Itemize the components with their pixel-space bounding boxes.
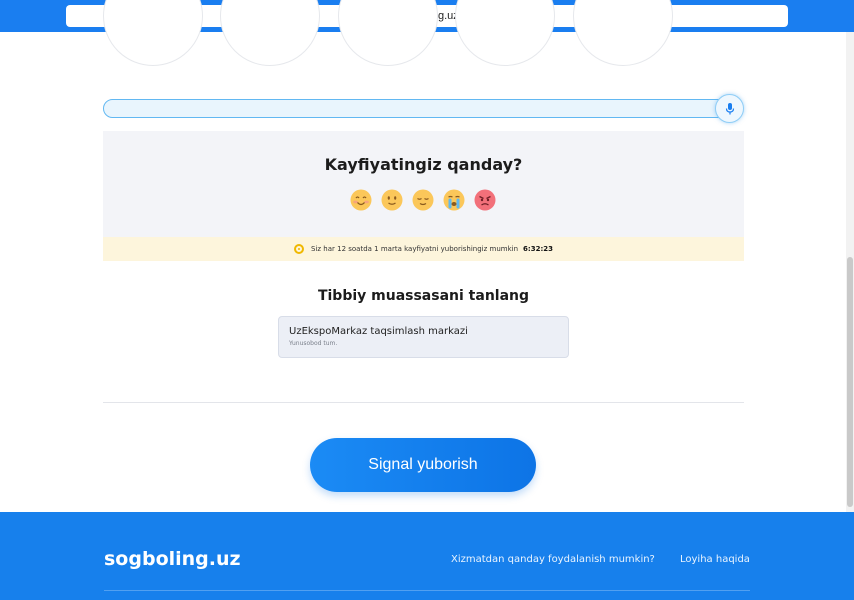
institution-district: Yunusobod tum.: [289, 340, 338, 347]
smiling-face-icon[interactable]: [350, 189, 372, 211]
scrollbar[interactable]: [846, 32, 854, 512]
footer-link-about[interactable]: Loyiha haqida: [680, 554, 750, 565]
angry-face-icon[interactable]: [474, 189, 496, 211]
notice-text: Siz har 12 soatda 1 marta kayfiyatni yub…: [311, 245, 519, 253]
footer-divider: [104, 590, 750, 591]
institution-name: UzEkspoMarkaz taqsimlash markazi: [289, 326, 468, 337]
mood-cooldown-notice: Siz har 12 soatda 1 marta kayfiyatni yub…: [103, 237, 744, 261]
institution-title: Tibbiy muassasani tanlang: [317, 288, 530, 304]
category-circle[interactable]: [338, 0, 438, 66]
category-circle[interactable]: [220, 0, 320, 66]
category-circle[interactable]: [103, 0, 203, 66]
search-input[interactable]: [103, 99, 743, 118]
clock-icon: [294, 244, 304, 254]
send-signal-button[interactable]: Signal yuboris​h: [310, 438, 536, 492]
divider: [103, 402, 744, 403]
mood-title: Kayfiyatingiz qanday?: [324, 155, 523, 174]
category-circle[interactable]: [455, 0, 555, 66]
category-circle[interactable]: [573, 0, 673, 66]
scrollbar-thumb[interactable]: [847, 257, 853, 507]
mood-panel: Kayfiyatingiz qanday? Siz har 12 soatda …: [103, 131, 744, 261]
slightly-smiling-face-icon[interactable]: [381, 189, 403, 211]
institution-select[interactable]: UzEkspoMarkaz taqsimlash markazi Yunusob…: [278, 316, 569, 358]
countdown-timer: 6:32:23: [523, 245, 553, 253]
footer-link-how-to-use[interactable]: Xizmatdan qanday foydalanish mumkin?: [451, 554, 655, 565]
emoji-row: [350, 189, 496, 211]
footer: sogboling.uz Xizmatdan qanday foydalanis…: [0, 512, 854, 600]
footer-logo[interactable]: sogboling.uz: [104, 548, 241, 570]
voice-search-button[interactable]: [715, 94, 744, 123]
crying-face-icon[interactable]: [443, 189, 465, 211]
relieved-face-icon[interactable]: [412, 189, 434, 211]
microphone-icon: [725, 102, 734, 114]
